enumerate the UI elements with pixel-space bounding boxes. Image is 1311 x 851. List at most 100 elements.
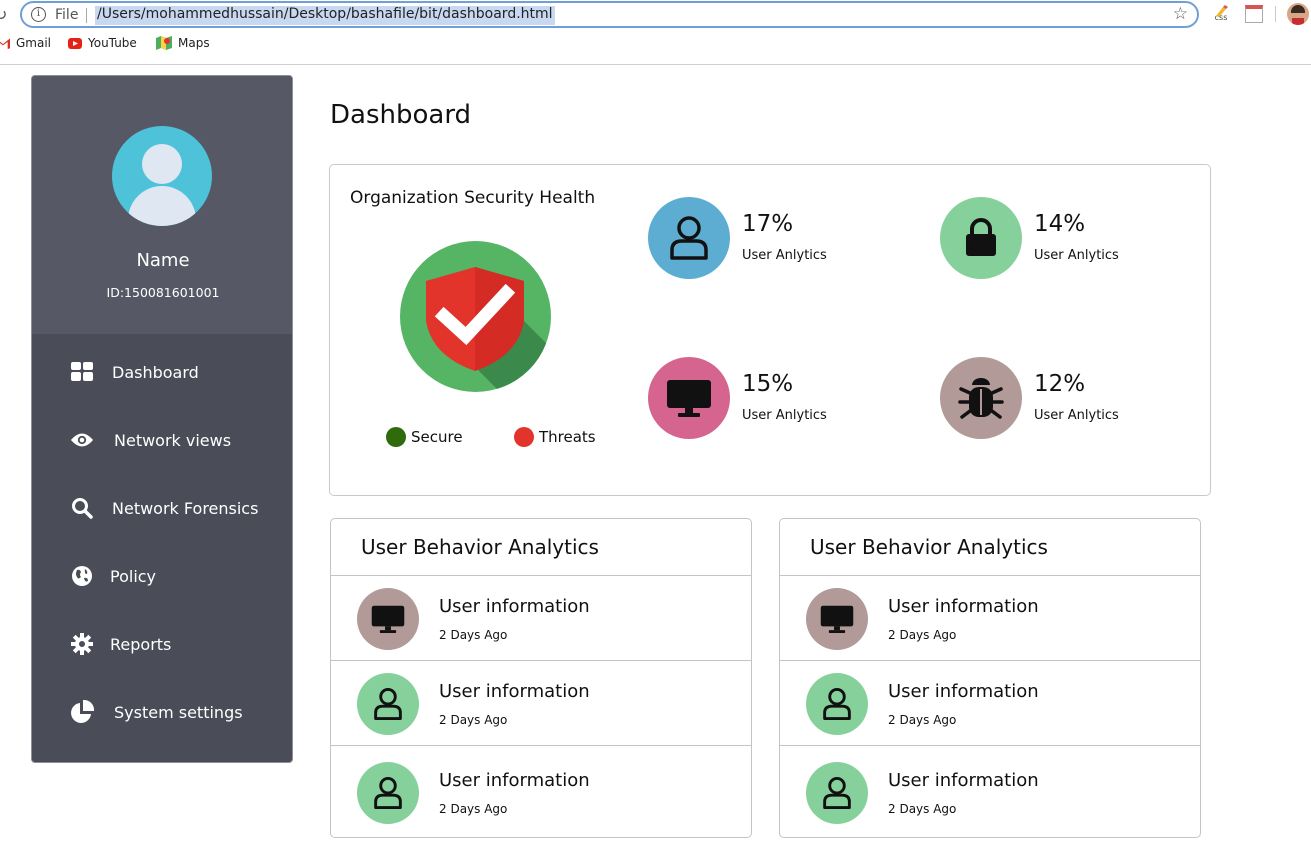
monitor-icon xyxy=(357,588,419,650)
url-scheme-label: File xyxy=(55,7,79,23)
bookmark-gmail[interactable]: Gmail xyxy=(0,36,51,50)
stat-label: User Anlytics xyxy=(742,248,827,263)
stat-value: 12% xyxy=(1034,371,1086,397)
calendar-extension-icon[interactable] xyxy=(1245,5,1263,23)
sidebar-item-network-forensics[interactable]: Network Forensics xyxy=(32,478,292,538)
threats-dot-icon xyxy=(514,427,534,447)
bookmark-label: YouTube xyxy=(88,36,137,50)
gear-icon xyxy=(70,632,94,656)
legend-threats: Threats xyxy=(514,427,596,447)
divider xyxy=(780,745,1200,746)
row-title: User information xyxy=(439,681,590,702)
sidebar-item-system-settings[interactable]: System settings xyxy=(32,682,292,742)
youtube-icon xyxy=(68,37,82,49)
divider xyxy=(331,745,751,746)
stat-lock: 14% User Anlytics xyxy=(940,197,1200,279)
profile-id: ID:150081601001 xyxy=(106,285,220,300)
list-item[interactable]: User information 2 Days Ago xyxy=(331,661,751,746)
avatar[interactable] xyxy=(112,126,212,226)
sidebar: Name ID:150081601001 Dashboard Network v… xyxy=(31,75,293,763)
user-icon xyxy=(648,197,730,279)
search-icon xyxy=(70,496,94,520)
list-item[interactable]: User information 2 Days Ago xyxy=(331,576,751,661)
css-extension-icon[interactable]: css xyxy=(1212,5,1230,23)
gmail-icon xyxy=(0,38,10,49)
row-title: User information xyxy=(888,596,1039,617)
secure-dot-icon xyxy=(386,427,406,447)
maps-icon xyxy=(156,36,172,50)
stat-label: User Anlytics xyxy=(1034,408,1119,423)
url-text[interactable]: /Users/mohammedhussain/Desktop/bashafile… xyxy=(95,6,555,25)
sidebar-item-label: Network Forensics xyxy=(112,498,259,518)
legend-secure: Secure xyxy=(386,427,463,447)
reload-icon[interactable]: ↻ xyxy=(0,5,7,24)
profile-name: Name xyxy=(136,250,190,271)
monitor-icon xyxy=(806,588,868,650)
grid-icon xyxy=(70,360,94,384)
sidebar-item-dashboard[interactable]: Dashboard xyxy=(32,342,292,402)
avatar-head-shape xyxy=(142,144,182,184)
bookmark-label: Maps xyxy=(178,36,210,50)
bookmark-label: Gmail xyxy=(16,36,52,50)
bookmark-maps[interactable]: Maps xyxy=(156,36,210,50)
security-health-card: Organization Security Health Secure Thre… xyxy=(329,164,1211,496)
bookmark-youtube[interactable]: YouTube xyxy=(68,36,137,50)
legend-label: Threats xyxy=(539,428,596,446)
sidebar-item-label: Policy xyxy=(110,566,157,586)
list-item[interactable]: User information 2 Days Ago xyxy=(780,750,1200,835)
sidebar-item-label: Network views xyxy=(114,430,232,450)
sidebar-item-reports[interactable]: Reports xyxy=(32,614,292,674)
shield-check-icon xyxy=(400,241,551,392)
bug-icon xyxy=(940,357,1022,439)
user-icon xyxy=(357,762,419,824)
list-item[interactable]: User information 2 Days Ago xyxy=(331,750,751,835)
stat-value: 14% xyxy=(1034,211,1086,237)
row-timestamp: 2 Days Ago xyxy=(888,713,957,727)
row-timestamp: 2 Days Ago xyxy=(888,802,957,816)
stat-user: 17% User Anlytics xyxy=(648,197,908,279)
panel-title: User Behavior Analytics xyxy=(810,535,1048,559)
user-behavior-panel-right: User Behavior Analytics User information… xyxy=(779,518,1201,838)
sidebar-item-label: System settings xyxy=(114,702,243,722)
bookmark-star-icon[interactable]: ☆ xyxy=(1173,4,1188,24)
user-behavior-panel-left: User Behavior Analytics User information… xyxy=(330,518,752,838)
stat-label: User Anlytics xyxy=(742,408,827,423)
row-title: User information xyxy=(439,596,590,617)
security-health-title: Organization Security Health xyxy=(350,188,596,208)
row-timestamp: 2 Days Ago xyxy=(439,713,508,727)
stat-bug: 12% User Anlytics xyxy=(940,357,1200,439)
row-timestamp: 2 Days Ago xyxy=(888,628,957,642)
legend-label: Secure xyxy=(411,428,463,446)
address-divider xyxy=(86,8,87,23)
stat-value: 17% xyxy=(742,211,794,237)
globe-icon xyxy=(70,564,94,588)
profile-avatar[interactable] xyxy=(1287,3,1309,25)
list-item[interactable]: User information 2 Days Ago xyxy=(780,661,1200,746)
eye-icon xyxy=(70,428,94,452)
info-icon[interactable]: i xyxy=(31,7,46,22)
sidebar-item-label: Reports xyxy=(110,634,172,654)
lock-icon xyxy=(940,197,1022,279)
row-title: User information xyxy=(888,770,1039,791)
address-bar[interactable]: i File /Users/mohammedhussain/Desktop/ba… xyxy=(20,1,1199,28)
row-title: User information xyxy=(439,770,590,791)
sidebar-item-network-views[interactable]: Network views xyxy=(32,410,292,470)
pie-chart-icon xyxy=(70,700,94,724)
avatar-body-shape xyxy=(128,186,196,226)
stat-label: User Anlytics xyxy=(1034,248,1119,263)
stat-monitor: 15% User Anlytics xyxy=(648,357,908,439)
user-icon xyxy=(806,762,868,824)
user-icon xyxy=(357,673,419,735)
browser-chrome: ↻ i File /Users/mohammedhussain/Desktop/… xyxy=(0,0,1311,65)
row-timestamp: 2 Days Ago xyxy=(439,628,508,642)
user-icon xyxy=(806,673,868,735)
toolbar-divider xyxy=(1275,6,1276,22)
monitor-icon xyxy=(648,357,730,439)
page-title: Dashboard xyxy=(330,100,472,130)
list-item[interactable]: User information 2 Days Ago xyxy=(780,576,1200,661)
sidebar-item-policy[interactable]: Policy xyxy=(32,546,292,606)
row-title: User information xyxy=(888,681,1039,702)
profile-card: Name ID:150081601001 xyxy=(32,76,292,334)
panel-title: User Behavior Analytics xyxy=(361,535,599,559)
row-timestamp: 2 Days Ago xyxy=(439,802,508,816)
